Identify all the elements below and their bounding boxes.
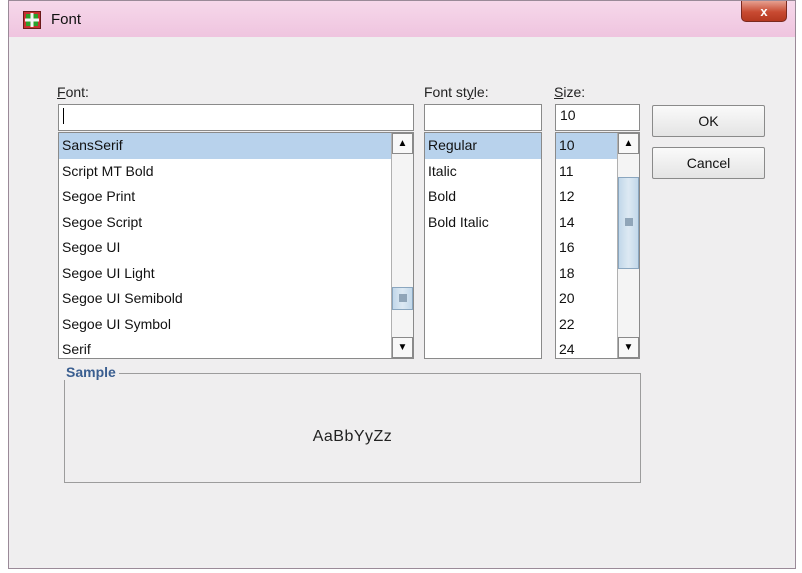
list-item[interactable]: Segoe UI Semibold — [59, 286, 391, 312]
list-item[interactable]: SansSerif — [59, 133, 391, 159]
font-list[interactable]: SansSerif Script MT Bold Segoe Print Segoe … — [58, 132, 414, 359]
list-item[interactable]: 18 — [556, 261, 617, 287]
list-item[interactable]: 24 — [556, 337, 617, 358]
list-item[interactable]: Segoe Print — [59, 184, 391, 210]
list-item[interactable]: 16 — [556, 235, 617, 261]
close-button[interactable]: x — [741, 1, 787, 22]
list-item[interactable]: Regular — [425, 133, 541, 159]
window-title: Font — [51, 11, 82, 28]
list-item[interactable]: 12 — [556, 184, 617, 210]
cancel-button[interactable]: Cancel — [652, 147, 765, 179]
list-item[interactable]: Serif — [59, 337, 391, 358]
list-item[interactable]: 20 — [556, 286, 617, 312]
scroll-thumb[interactable] — [618, 177, 639, 269]
size-input[interactable]: 10 — [555, 104, 640, 131]
font-name-input[interactable] — [58, 104, 414, 131]
list-item[interactable]: Segoe Script — [59, 210, 391, 236]
font-dialog: Font x Font: Font style: Size: 10 SansSe… — [8, 0, 796, 569]
size-list[interactable]: 10 11 12 14 16 18 20 22 24 ▲ ▼ — [555, 132, 640, 359]
font-style-input[interactable] — [424, 104, 542, 131]
list-item[interactable]: Bold — [425, 184, 541, 210]
grip-icon — [399, 294, 407, 302]
font-style-list[interactable]: Regular Italic Bold Bold Italic — [424, 132, 542, 359]
size-label: Size: — [554, 84, 586, 100]
list-item[interactable]: 22 — [556, 312, 617, 338]
list-item[interactable]: Segoe UI — [59, 235, 391, 261]
size-list-scrollbar[interactable]: ▲ ▼ — [617, 133, 639, 358]
arrow-up-icon[interactable]: ▲ — [392, 133, 413, 154]
list-item[interactable]: 11 — [556, 159, 617, 185]
size-list-items: 10 11 12 14 16 18 20 22 24 — [556, 133, 617, 358]
arrow-down-icon[interactable]: ▼ — [618, 337, 639, 358]
arrow-down-icon[interactable]: ▼ — [392, 337, 413, 358]
close-icon: x — [760, 3, 768, 19]
sample-preview-text: AaBbYyZz — [312, 428, 393, 445]
font-list-scrollbar[interactable]: ▲ ▼ — [391, 133, 413, 358]
scroll-thumb[interactable] — [392, 287, 413, 310]
list-item[interactable]: 10 — [556, 133, 617, 159]
font-app-icon — [23, 11, 41, 29]
font-list-items: SansSerif Script MT Bold Segoe Print Segoe … — [59, 133, 391, 358]
list-item[interactable]: Segoe UI Light — [59, 261, 391, 287]
ok-button[interactable]: OK — [652, 105, 765, 137]
grip-icon — [625, 218, 633, 226]
text-caret — [63, 108, 64, 125]
sample-legend: Sample — [63, 364, 119, 380]
title-bar: Font x — [9, 1, 795, 37]
list-item[interactable]: Bold Italic — [425, 210, 541, 236]
list-item[interactable]: Italic — [425, 159, 541, 185]
list-item[interactable]: 14 — [556, 210, 617, 236]
font-label: Font: — [57, 84, 89, 100]
list-item[interactable]: Script MT Bold — [59, 159, 391, 185]
list-item[interactable]: Segoe UI Symbol — [59, 312, 391, 338]
font-style-list-items: Regular Italic Bold Bold Italic — [425, 133, 541, 235]
arrow-up-icon[interactable]: ▲ — [618, 133, 639, 154]
sample-panel: Sample AaBbYyZz — [63, 364, 641, 483]
font-style-label: Font style: — [424, 84, 489, 100]
dialog-body: Font: Font style: Size: 10 SansSerif Scri… — [11, 37, 793, 566]
